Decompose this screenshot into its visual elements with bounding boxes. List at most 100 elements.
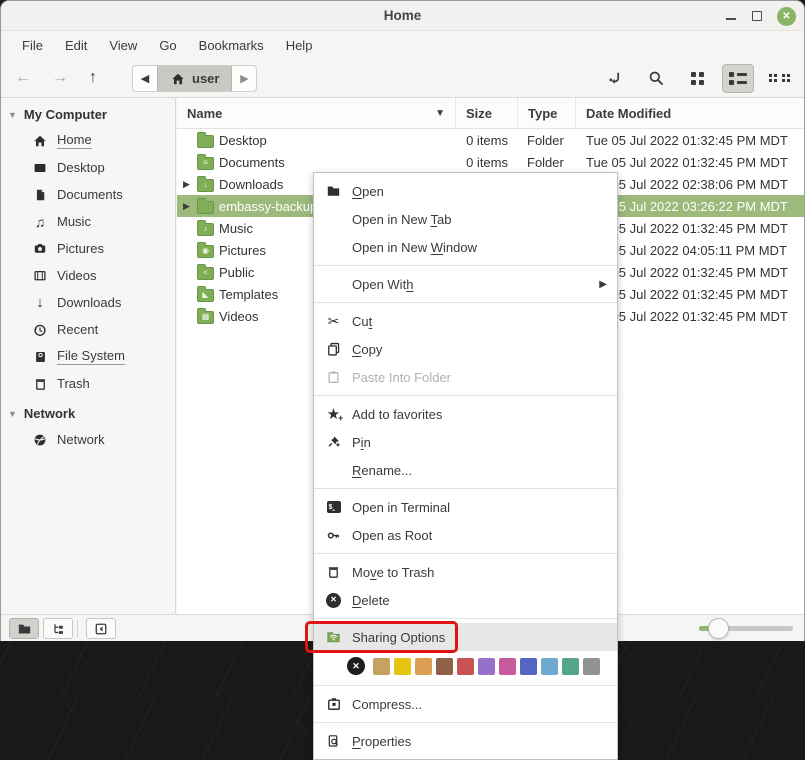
sidebar-item-videos[interactable]: Videos [1, 262, 175, 289]
back-button[interactable]: ← [15, 69, 31, 87]
file-name: Documents [219, 155, 285, 170]
sidebar-item-downloads[interactable]: ↓Downloads [1, 289, 175, 316]
color-swatch-10[interactable] [562, 658, 579, 675]
menu-item-compress[interactable]: Compress... [314, 690, 617, 718]
column-header-label: Name [187, 106, 222, 121]
menu-item-label: Open in New Window [352, 240, 477, 255]
remove-color-button[interactable]: ✕ [347, 657, 365, 675]
trash-slot [325, 564, 342, 580]
menubar-item-view[interactable]: View [98, 35, 148, 56]
menu-item-label: Open in Terminal [352, 500, 450, 515]
file-size-cell: 0 items [456, 155, 518, 170]
zoom-slider[interactable] [699, 626, 793, 631]
collapse-arrow-icon[interactable]: ▼ [8, 409, 17, 419]
color-swatch-11[interactable] [583, 658, 600, 675]
color-swatch-7[interactable] [499, 658, 516, 675]
menu-item-open-as-root[interactable]: Open as Root [314, 521, 617, 549]
zoom-slider-knob[interactable] [708, 618, 729, 639]
list-header: Name▼SizeTypeDate Modified [177, 98, 804, 129]
menu-item-copy[interactable]: Copy [314, 335, 617, 363]
sidebar-item-documents[interactable]: Documents [1, 181, 175, 208]
menu-item-properties[interactable]: Properties [314, 727, 617, 755]
compact-view-button[interactable] [763, 64, 795, 93]
menu-item-move-to-trash[interactable]: Move to Trash [314, 558, 617, 586]
sidebar-item-label: Pictures [57, 241, 104, 256]
column-header-date-modified[interactable]: Date Modified [576, 98, 804, 128]
column-header-size[interactable]: Size [456, 98, 518, 128]
color-swatch-8[interactable] [520, 658, 537, 675]
show-places-button[interactable] [9, 618, 39, 639]
folder-icon: ♪ [197, 223, 214, 236]
sidebar-item-trash[interactable]: Trash [1, 370, 175, 397]
menu-item-add-to-favorites[interactable]: ★+Add to favorites [314, 400, 617, 428]
sidebar-item-music[interactable]: ♫Music [1, 208, 175, 235]
show-treeview-button[interactable] [43, 618, 73, 639]
menu-item-rename[interactable]: Rename... [314, 456, 617, 484]
color-swatch-3[interactable] [415, 658, 432, 675]
filesystem-icon [32, 349, 48, 365]
folder-icon: ▦ [197, 311, 214, 324]
sidebar-item-home[interactable]: Home [1, 127, 175, 154]
color-swatch-4[interactable] [436, 658, 453, 675]
menu-item-open-in-new-tab[interactable]: Open in New Tab [314, 205, 617, 233]
menu-separator [314, 488, 617, 489]
sidebar-item-network[interactable]: Network [1, 426, 175, 453]
sidebar-item-recent[interactable]: Recent [1, 316, 175, 343]
folder-emblem: ↓ [198, 180, 213, 191]
menubar-item-bookmarks[interactable]: Bookmarks [188, 35, 275, 56]
hide-sidebar-button[interactable] [86, 618, 116, 639]
toggle-location-entry-button[interactable] [599, 64, 631, 93]
menu-item-open-with[interactable]: Open With▶ [314, 270, 617, 298]
properties-slot [325, 733, 342, 749]
sidebar-section-label: Network [24, 406, 75, 421]
cut-slot: ✂ [325, 313, 342, 329]
forward-button[interactable]: → [52, 69, 68, 87]
menu-item-sharing-options[interactable]: Sharing Options [314, 623, 617, 651]
color-swatch-6[interactable] [478, 658, 495, 675]
breadcrumb-label: user [192, 71, 219, 86]
collapse-arrow-icon[interactable]: ▼ [8, 110, 17, 120]
breadcrumb-prev-button[interactable]: ◀ [133, 66, 157, 91]
menu-item-delete[interactable]: ✕Delete [314, 586, 617, 614]
up-button[interactable]: ↑ [89, 69, 97, 87]
menu-item-open-in-new-window[interactable]: Open in New Window [314, 233, 617, 261]
menubar-item-edit[interactable]: Edit [54, 35, 98, 56]
sidebar-item-pictures[interactable]: Pictures [1, 235, 175, 262]
sidebar-item-file-system[interactable]: File System [1, 343, 175, 370]
icon-view-button[interactable] [681, 64, 713, 93]
expander-icon[interactable]: ▶ [181, 201, 192, 212]
close-button[interactable]: ✕ [777, 7, 796, 26]
menu-item-open-in-terminal[interactable]: $‸Open in Terminal [314, 493, 617, 521]
key-icon [326, 527, 342, 543]
menu-item-open[interactable]: Open [314, 177, 617, 205]
desktop-background: { "window": { "title": "Home" }, "menuba… [0, 0, 805, 697]
menu-item-paste-into-folder[interactable]: Paste Into Folder [314, 363, 617, 391]
file-row-desktop[interactable]: Desktop0 itemsFolderTue 05 Jul 2022 01:3… [177, 129, 804, 151]
maximize-button[interactable] [752, 11, 762, 21]
titlebar[interactable]: Home ✕ [1, 1, 804, 31]
column-header-name[interactable]: Name▼ [177, 98, 456, 128]
color-swatch-9[interactable] [541, 658, 558, 675]
menubar-item-go[interactable]: Go [148, 35, 187, 56]
color-swatch-5[interactable] [457, 658, 474, 675]
menu-item-pin[interactable]: Pin [314, 428, 617, 456]
recent-icon [32, 322, 48, 338]
minimize-button[interactable] [725, 10, 737, 22]
breadcrumb-next-button[interactable]: ▶ [232, 66, 256, 91]
color-swatch-2[interactable] [394, 658, 411, 675]
search-button[interactable] [640, 64, 672, 93]
expander-icon[interactable]: ▶ [181, 179, 192, 190]
sidebar-item-desktop[interactable]: Desktop [1, 154, 175, 181]
list-view-button[interactable] [722, 64, 754, 93]
column-header-type[interactable]: Type [518, 98, 576, 128]
breadcrumb-segment-user[interactable]: user [157, 66, 232, 91]
folder-emblem: ♪ [198, 224, 213, 235]
color-swatch-1[interactable] [373, 658, 390, 675]
sidebar-item-label: File System [57, 348, 125, 365]
menubar-item-file[interactable]: File [11, 35, 54, 56]
menubar-item-help[interactable]: Help [275, 35, 324, 56]
menu-item-cut[interactable]: ✂Cut [314, 307, 617, 335]
menu-separator [314, 395, 617, 396]
menu-separator [314, 265, 617, 266]
file-row-documents[interactable]: ≡Documents0 itemsFolderTue 05 Jul 2022 0… [177, 151, 804, 173]
